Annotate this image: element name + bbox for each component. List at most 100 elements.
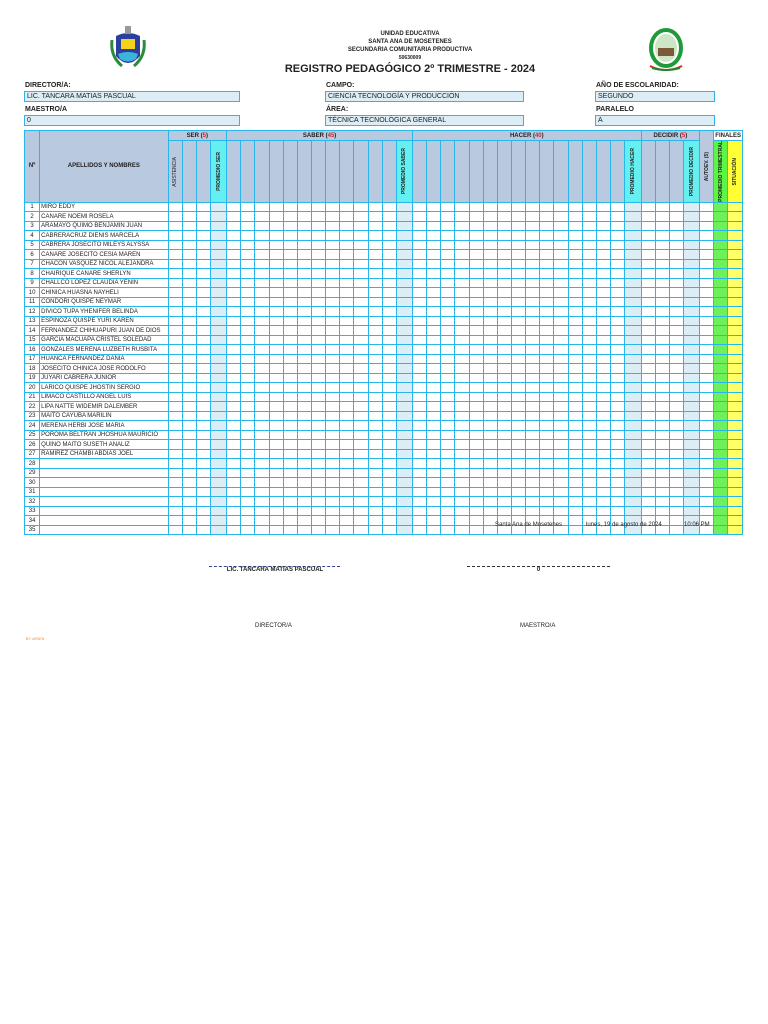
grade-cell[interactable] [454, 334, 470, 346]
grade-cell[interactable] [482, 334, 498, 346]
grade-cell[interactable] [367, 401, 383, 412]
grade-cell[interactable] [339, 448, 355, 460]
grade-cell[interactable] [468, 268, 484, 279]
grade-cell[interactable] [567, 268, 583, 279]
grade-cell[interactable] [254, 439, 270, 450]
grade-cell[interactable] [525, 306, 541, 317]
grade-cell[interactable] [654, 363, 670, 374]
grade-cell[interactable] [440, 467, 456, 479]
grade-cell[interactable] [525, 391, 541, 403]
grade-cell[interactable] [412, 524, 428, 536]
grade-cell[interactable] [525, 353, 541, 365]
grade-cell[interactable] [482, 448, 498, 460]
grade-cell[interactable] [426, 239, 442, 251]
grade-cell[interactable] [640, 458, 656, 469]
grade-cell[interactable] [654, 306, 670, 317]
grade-cell[interactable] [240, 249, 256, 260]
grade-cell[interactable] [254, 515, 270, 526]
grade-cell[interactable] [567, 372, 583, 384]
grade-cell[interactable] [525, 268, 541, 279]
grade-cell[interactable] [482, 268, 498, 279]
grade-cell[interactable] [268, 448, 284, 460]
grade-cell[interactable] [525, 505, 541, 517]
grade-cell[interactable] [496, 344, 513, 355]
grade-cell[interactable] [296, 239, 313, 251]
grade-cell[interactable] [339, 315, 355, 327]
grade-cell[interactable] [226, 306, 242, 317]
grade-cell[interactable] [310, 239, 327, 251]
grade-cell[interactable] [296, 230, 313, 241]
grade-cell[interactable] [440, 448, 456, 460]
autoev-cell[interactable] [699, 287, 715, 298]
grade-cell[interactable] [595, 258, 612, 270]
grade-cell[interactable] [468, 315, 484, 327]
grade-cell[interactable] [567, 287, 583, 298]
grade-cell[interactable] [353, 315, 369, 327]
grade-cell[interactable] [240, 382, 256, 393]
grade-cell[interactable] [367, 486, 383, 498]
grade-cell[interactable] [581, 448, 597, 460]
grade-cell[interactable] [412, 344, 428, 355]
grade-cell[interactable] [167, 315, 183, 327]
grade-cell[interactable] [539, 230, 555, 241]
grade-cell[interactable] [181, 401, 197, 412]
grade-cell[interactable] [268, 249, 284, 260]
grade-cell[interactable] [254, 334, 270, 346]
grade-cell[interactable] [296, 220, 313, 232]
autoev-cell[interactable] [699, 230, 715, 241]
grade-cell[interactable] [668, 201, 684, 213]
director-field[interactable]: LIC. TANCARA MATIAS PASCUAL [24, 91, 240, 102]
grade-cell[interactable] [195, 420, 211, 431]
grade-cell[interactable] [412, 477, 428, 488]
grade-cell[interactable] [412, 353, 428, 365]
grade-cell[interactable] [268, 429, 284, 441]
grade-cell[interactable] [195, 458, 211, 469]
grade-cell[interactable] [381, 306, 397, 317]
grade-cell[interactable] [668, 496, 684, 507]
grade-cell[interactable] [353, 496, 369, 507]
grade-cell[interactable] [254, 268, 270, 279]
grade-cell[interactable] [553, 410, 569, 422]
grade-cell[interactable] [511, 287, 527, 298]
grade-cell[interactable] [181, 467, 197, 479]
grade-cell[interactable] [181, 439, 197, 450]
grade-cell[interactable] [367, 211, 383, 222]
grade-cell[interactable] [282, 306, 298, 317]
grade-cell[interactable] [367, 496, 383, 507]
grade-cell[interactable] [511, 496, 527, 507]
grade-cell[interactable] [595, 410, 612, 422]
grade-cell[interactable] [595, 287, 612, 298]
grade-cell[interactable] [595, 401, 612, 412]
grade-cell[interactable] [440, 258, 456, 270]
grade-cell[interactable] [426, 306, 442, 317]
grade-cell[interactable] [595, 249, 612, 260]
grade-cell[interactable] [325, 268, 341, 279]
grade-cell[interactable] [496, 277, 513, 289]
grade-cell[interactable] [339, 334, 355, 346]
grade-cell[interactable] [553, 372, 569, 384]
grade-cell[interactable] [339, 363, 355, 374]
grade-cell[interactable] [353, 287, 369, 298]
grade-cell[interactable] [412, 268, 428, 279]
grade-cell[interactable] [581, 220, 597, 232]
grade-cell[interactable] [668, 296, 684, 308]
grade-cell[interactable] [282, 448, 298, 460]
grade-cell[interactable] [353, 239, 369, 251]
grade-cell[interactable] [539, 334, 555, 346]
grade-cell[interactable] [367, 306, 383, 317]
grade-cell[interactable] [282, 211, 298, 222]
grade-cell[interactable] [325, 287, 341, 298]
grade-cell[interactable] [367, 467, 383, 479]
grade-cell[interactable] [296, 505, 313, 517]
grade-cell[interactable] [181, 287, 197, 298]
grade-cell[interactable] [195, 287, 211, 298]
grade-cell[interactable] [310, 268, 327, 279]
grade-cell[interactable] [511, 429, 527, 441]
grade-cell[interactable] [226, 410, 242, 422]
grade-cell[interactable] [668, 220, 684, 232]
grade-cell[interactable] [539, 401, 555, 412]
grade-cell[interactable] [482, 496, 498, 507]
grade-cell[interactable] [412, 287, 428, 298]
autoev-cell[interactable] [699, 448, 715, 460]
grade-cell[interactable] [567, 296, 583, 308]
